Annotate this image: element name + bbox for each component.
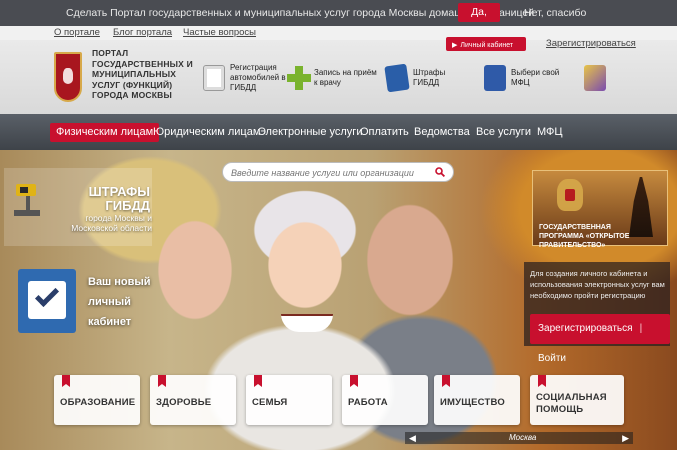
- faq-link[interactable]: Частые вопросы: [183, 27, 256, 38]
- fines-icon: [384, 63, 410, 93]
- nav-all-services[interactable]: Все услуги: [476, 123, 531, 142]
- registration-note: Для создания личного кабинета и использо…: [530, 269, 665, 300]
- photo-slider-bar: ◀ Москва ▶: [405, 432, 633, 444]
- set-homepage-no-link[interactable]: Нет, спасибо: [524, 7, 586, 19]
- register-login-button[interactable]: Зарегистрироваться |Войти: [530, 314, 670, 364]
- fines-promo-title: ШТРАФЫ ГИБДД: [88, 184, 150, 213]
- category-health[interactable]: ЗДОРОВЬЕ: [150, 375, 236, 425]
- russian-eagle-emblem-icon: [557, 179, 583, 211]
- category-social-help[interactable]: СОЦИАЛЬНАЯ ПОМОЩЬ: [530, 375, 624, 425]
- homepage-prompt-bar: Сделать Портал государственных и муницип…: [0, 0, 677, 37]
- main-navigation: Физическим лицам Юридическим лицам Элект…: [0, 114, 677, 150]
- quick-link-car-registration[interactable]: Регистрация автомобилей в ГИБДД: [203, 60, 294, 96]
- chevron-left-icon[interactable]: ◀: [409, 433, 416, 444]
- registration-box: Для создания личного кабинета и использо…: [524, 262, 670, 364]
- bookmark-ribbon-icon: [158, 375, 166, 387]
- portal-title[interactable]: ПОРТАЛ ГОСУДАРСТВЕННЫХ И МУНИЦИПАЛЬНЫХ У…: [92, 48, 196, 101]
- sport-icon: [584, 65, 606, 91]
- category-family[interactable]: СЕМЬЯ: [246, 375, 332, 425]
- moscow-crest-logo[interactable]: [54, 52, 82, 102]
- category-cards: ОБРАЗОВАНИЕ ЗДОРОВЬЕ СЕМЬЯ РАБОТА ИМУЩЕС…: [54, 375, 624, 425]
- search-input[interactable]: [231, 165, 426, 180]
- bookmark-ribbon-icon: [350, 375, 358, 387]
- portal-blog-link[interactable]: Блог портала: [113, 27, 172, 38]
- checkmark-cabinet-icon[interactable]: [18, 269, 76, 333]
- open-government-text: ГОСУДАРСТВЕННАЯ ПРОГРАММА «ОТКРЫТОЕ ПРАВ…: [539, 224, 630, 249]
- nav-mfc[interactable]: МФЦ: [537, 123, 563, 142]
- about-portal-link[interactable]: О портале: [54, 27, 100, 38]
- nav-pay[interactable]: Оплатить: [360, 123, 409, 142]
- set-homepage-yes-button[interactable]: Да, конечно: [458, 3, 500, 37]
- chevron-right-icon[interactable]: ▶: [622, 433, 629, 444]
- category-property[interactable]: ИМУЩЕСТВО: [434, 375, 520, 425]
- mfc-icon: [484, 65, 506, 91]
- quick-link-doctor[interactable]: Запись на приём к врачу: [287, 60, 378, 96]
- quick-link-sport[interactable]: [584, 60, 611, 96]
- car-registration-icon: [203, 65, 225, 91]
- register-link[interactable]: Зарегистрироваться: [546, 38, 636, 49]
- traffic-camera-icon: [14, 184, 40, 216]
- nav-individuals[interactable]: Физическим лицам: [50, 123, 160, 142]
- personal-cabinet-button[interactable]: ▶ Личный кабинет: [446, 37, 526, 51]
- quick-link-mfc[interactable]: Выбери свой МФЦ: [484, 60, 571, 96]
- search-icon[interactable]: [435, 167, 445, 177]
- new-cabinet-promo[interactable]: Ваш новый личный кабинет: [88, 272, 158, 332]
- bookmark-ribbon-icon: [254, 375, 262, 387]
- medical-cross-icon: [287, 65, 311, 91]
- nav-legal-entities[interactable]: Юридическим лицам: [153, 123, 260, 142]
- category-education[interactable]: ОБРАЗОВАНИЕ: [54, 375, 140, 425]
- bookmark-ribbon-icon: [538, 375, 546, 387]
- service-search: [222, 162, 454, 182]
- register-button-label[interactable]: Зарегистрироваться: [538, 323, 633, 334]
- bookmark-ribbon-icon: [442, 375, 450, 387]
- slider-city-label: Москва: [509, 433, 537, 442]
- quick-link-fines[interactable]: Штрафы ГИБДД: [384, 60, 473, 96]
- bookmark-ribbon-icon: [62, 375, 70, 387]
- category-work[interactable]: РАБОТА: [342, 375, 428, 425]
- login-button-label[interactable]: Войти: [538, 353, 566, 364]
- nav-e-services[interactable]: Электронные услуги: [258, 123, 362, 142]
- nav-agencies[interactable]: Ведомства: [414, 123, 470, 142]
- fines-promo-subtitle: города Москвы и Московской области: [71, 213, 152, 233]
- login-arrow-icon: ▶: [452, 42, 458, 49]
- open-government-banner[interactable]: ГОСУДАРСТВЕННАЯ ПРОГРАММА «ОТКРЫТОЕ ПРАВ…: [532, 170, 668, 249]
